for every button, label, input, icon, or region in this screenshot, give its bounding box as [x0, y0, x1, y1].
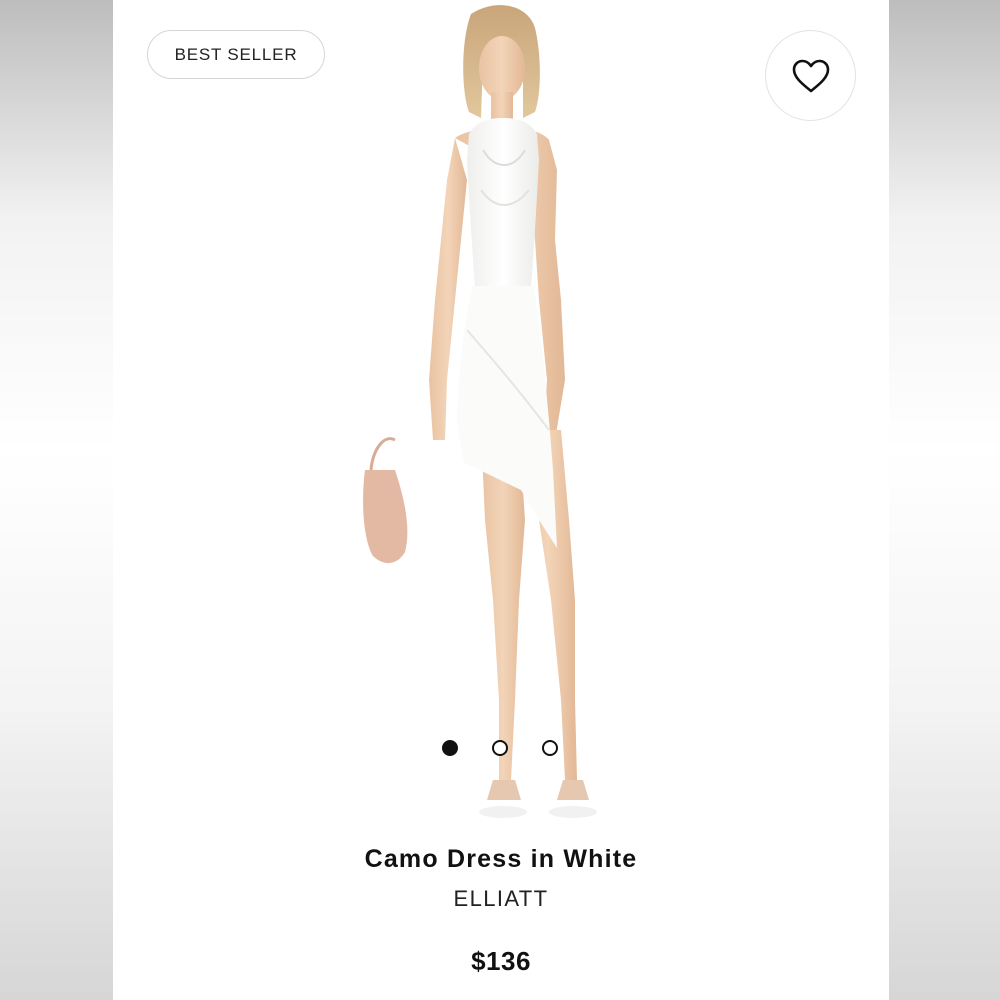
heart-icon — [792, 59, 829, 92]
product-brand[interactable]: ELLIATT — [113, 886, 889, 912]
carousel-dot-3[interactable] — [542, 740, 558, 756]
product-price: $136 — [471, 946, 531, 976]
product-title[interactable]: Camo Dress in White — [113, 845, 889, 874]
product-card[interactable]: BEST SELLER Camo Dress in White ELLIATT … — [113, 0, 889, 1000]
best-seller-badge: BEST SELLER — [147, 30, 325, 79]
right-backdrop — [889, 0, 1000, 1000]
favorite-button[interactable] — [765, 30, 856, 121]
product-image[interactable] — [343, 0, 633, 830]
image-carousel-dots — [113, 740, 889, 760]
carousel-dot-1[interactable] — [442, 740, 458, 756]
badge-label: BEST SELLER — [174, 44, 298, 64]
left-backdrop — [0, 0, 113, 1000]
carousel-dot-2[interactable] — [492, 740, 508, 756]
